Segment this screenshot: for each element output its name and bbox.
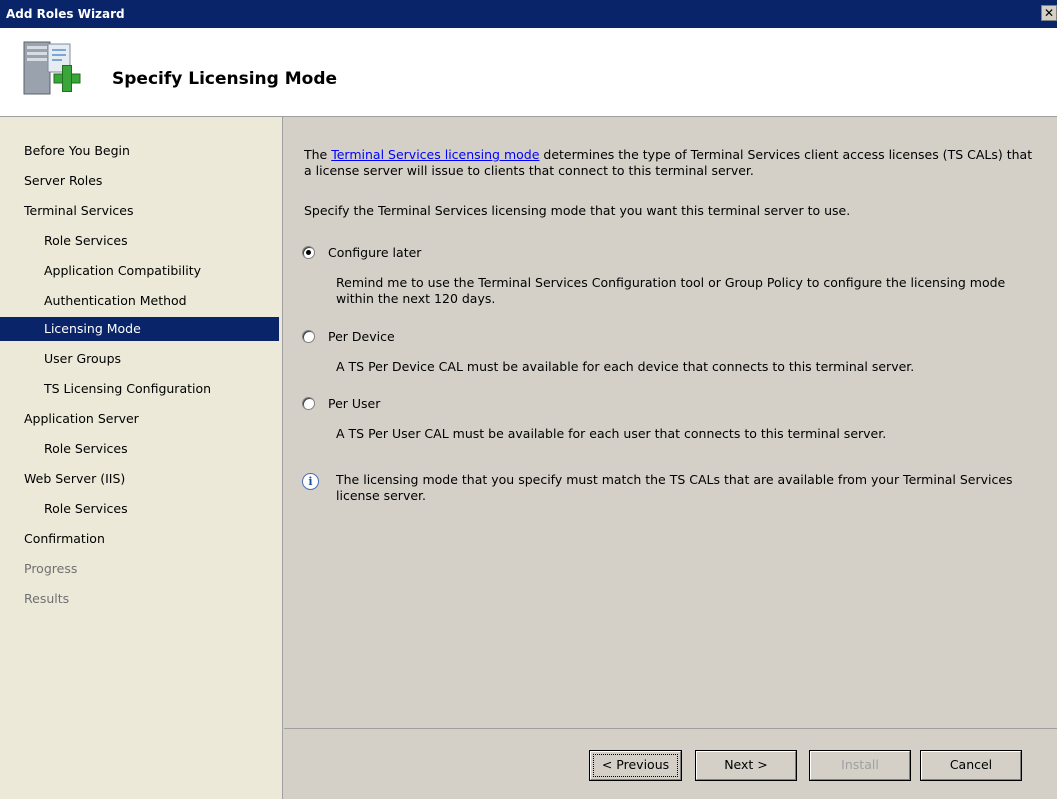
cancel-button[interactable]: Cancel [920, 750, 1022, 781]
window-title: Add Roles Wizard [6, 7, 125, 21]
info-icon: i [302, 473, 319, 490]
step-confirmation[interactable]: Confirmation [24, 527, 279, 551]
next-button[interactable]: Next > [695, 750, 797, 781]
step-licensing-mode[interactable]: Licensing Mode [0, 317, 279, 341]
close-icon[interactable]: ✕ [1041, 5, 1057, 21]
step-authentication-method[interactable]: Authentication Method [44, 289, 279, 313]
step-before-you-begin[interactable]: Before You Begin [24, 139, 279, 163]
radio-configure-later[interactable]: Configure later [302, 245, 702, 263]
radio-label[interactable]: Configure later [328, 245, 421, 260]
step-progress: Progress [24, 561, 78, 576]
radio-label[interactable]: Per Device [328, 329, 395, 344]
radio-button-icon[interactable] [302, 397, 315, 410]
step-terminal-services[interactable]: Terminal Services [24, 199, 279, 223]
step-app-server-role-services[interactable]: Role Services [44, 437, 279, 461]
radio-button-icon[interactable] [302, 246, 315, 259]
server-add-icon [23, 41, 81, 95]
title-bar: Add Roles Wizard ✕ [0, 0, 1057, 28]
licensing-mode-link[interactable]: Terminal Services licensing mode [331, 147, 539, 162]
info-text: The licensing mode that you specify must… [336, 472, 1013, 503]
step-ts-role-services[interactable]: Role Services [44, 229, 279, 253]
licensing-description: The Terminal Services licensing mode det… [304, 147, 1039, 179]
radio-per-user[interactable]: Per User [302, 396, 702, 414]
configure-later-description: Remind me to use the Terminal Services C… [336, 275, 1006, 306]
page-title: Specify Licensing Mode [112, 69, 338, 89]
wizard-steps: Before You Begin Server Roles Terminal S… [0, 117, 283, 799]
radio-label[interactable]: Per User [328, 396, 380, 411]
wizard-header: Specify Licensing Mode [0, 28, 1057, 117]
info-note: i The licensing mode that you specify mu… [302, 472, 1032, 512]
radio-button-icon[interactable] [302, 330, 315, 343]
step-web-server-role-services[interactable]: Role Services [44, 497, 279, 521]
step-results: Results [24, 591, 70, 606]
step-web-server-iis[interactable]: Web Server (IIS) [24, 467, 279, 491]
step-server-roles[interactable]: Server Roles [24, 169, 279, 193]
radio-per-device[interactable]: Per Device [302, 329, 702, 347]
main-panel: The Terminal Services licensing mode det… [284, 117, 1057, 799]
wizard-footer: < Previous Next > Install Cancel [284, 728, 1057, 799]
step-ts-licensing-configuration[interactable]: TS Licensing Configuration [44, 377, 279, 401]
per-user-description: A TS Per User CAL must be available for … [336, 426, 887, 441]
previous-button[interactable]: < Previous [589, 750, 682, 781]
per-device-description: A TS Per Device CAL must be available fo… [336, 359, 915, 374]
install-button: Install [809, 750, 911, 781]
step-application-server[interactable]: Application Server [24, 407, 279, 431]
step-application-compatibility[interactable]: Application Compatibility [44, 259, 279, 283]
description-prefix: The [304, 147, 332, 162]
instruction-text: Specify the Terminal Services licensing … [304, 203, 851, 218]
step-user-groups[interactable]: User Groups [44, 347, 279, 371]
